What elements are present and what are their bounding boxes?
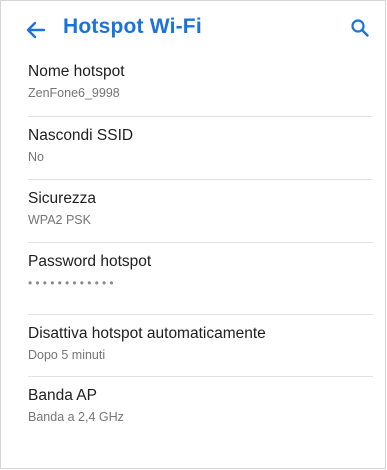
- setting-value: Banda a 2,4 GHz: [28, 410, 124, 424]
- arrow-left-icon: [26, 21, 46, 39]
- setting-value: WPA2 PSK: [28, 213, 91, 227]
- setting-title: Nascondi SSID: [28, 127, 134, 144]
- setting-title: Password hotspot: [28, 253, 152, 270]
- setting-title: Sicurezza: [28, 190, 97, 207]
- setting-hotspot-password[interactable]: Password hotspot ••••••••••••: [28, 243, 373, 315]
- search-button[interactable]: [347, 15, 373, 41]
- setting-auto-disable[interactable]: Disattiva hotspot automaticamente Dopo 5…: [28, 315, 373, 377]
- app-bar: Hotspot Wi-Fi: [1, 1, 385, 57]
- setting-value: Dopo 5 minuti: [28, 348, 106, 362]
- setting-title: Nome hotspot: [28, 63, 125, 80]
- page-title: Hotspot Wi-Fi: [63, 15, 202, 38]
- back-button[interactable]: [23, 17, 49, 43]
- setting-value: ZenFone6_9998: [28, 86, 120, 100]
- setting-hotspot-name[interactable]: Nome hotspot ZenFone6_9998: [28, 53, 373, 117]
- setting-title: Banda AP: [28, 387, 97, 404]
- password-dots: ••••••••••••: [28, 276, 117, 290]
- search-icon: [351, 19, 369, 37]
- setting-security[interactable]: Sicurezza WPA2 PSK: [28, 180, 373, 243]
- settings-screen: Hotspot Wi-Fi Nome hotspot ZenFone6_9998…: [0, 0, 386, 469]
- setting-value: No: [28, 150, 44, 164]
- settings-list: Nome hotspot ZenFone6_9998 Nascondi SSID…: [1, 53, 385, 439]
- setting-hide-ssid[interactable]: Nascondi SSID No: [28, 117, 373, 180]
- setting-title: Disattiva hotspot automaticamente: [28, 325, 266, 342]
- setting-ap-band[interactable]: Banda AP Banda a 2,4 GHz: [28, 377, 373, 439]
